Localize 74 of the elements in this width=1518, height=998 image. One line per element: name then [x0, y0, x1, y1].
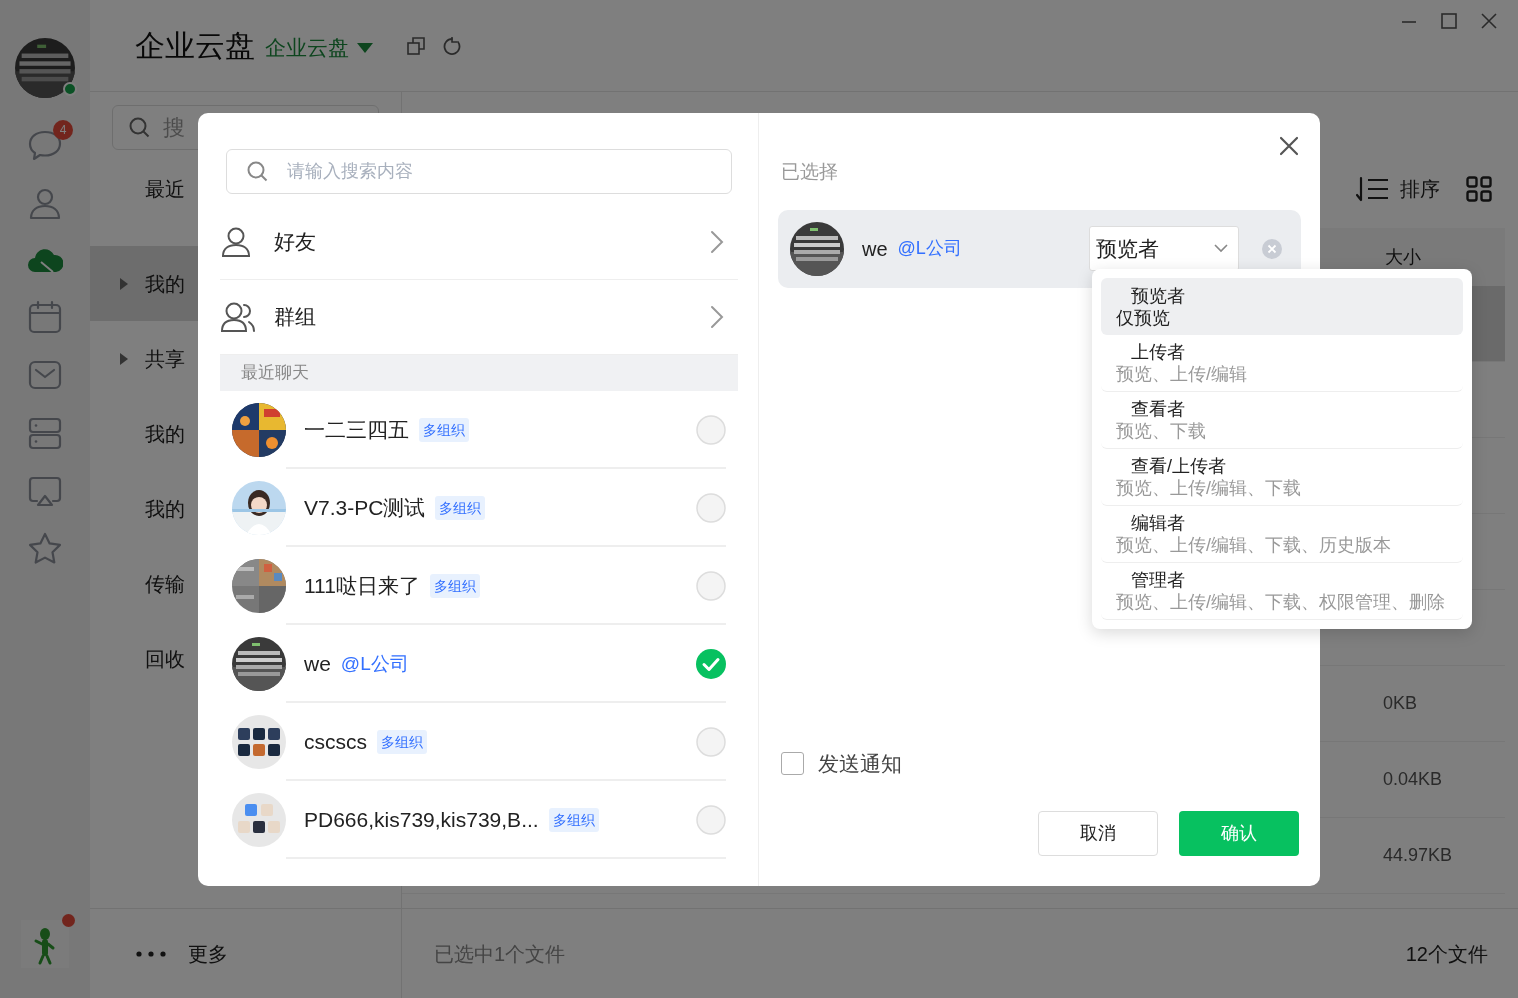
- caret-icon: [357, 42, 373, 53]
- status-text: 已选中1个文件: [434, 941, 566, 967]
- expand-icon[interactable]: [120, 352, 128, 365]
- option-description: 预览、上传/编辑: [1116, 363, 1248, 385]
- category-row[interactable]: 好友: [220, 205, 738, 280]
- org-tag: 多组织: [419, 418, 469, 442]
- cancel-button[interactable]: 取消: [1038, 811, 1158, 856]
- option-title: 管理者: [1130, 569, 1186, 591]
- contacts-icon[interactable]: [28, 186, 62, 220]
- section-header: 最近聊天: [241, 362, 309, 385]
- pop-out-icon[interactable]: [407, 36, 425, 55]
- option-title: 编辑者: [1130, 512, 1186, 534]
- calendar-icon[interactable]: [28, 300, 62, 334]
- option-description: 预览、下载: [1116, 420, 1207, 442]
- maximize-icon[interactable]: [1440, 12, 1458, 30]
- menu-option[interactable]: 查看/上传者 预览、上传/编辑、下载: [1101, 449, 1463, 506]
- mail-icon[interactable]: [28, 358, 62, 392]
- checkbox[interactable]: [781, 751, 804, 775]
- section-title: 已选择: [781, 160, 839, 184]
- table-cell-text: 0.04KB: [1383, 768, 1444, 791]
- grid-view-icon[interactable]: [1466, 176, 1492, 202]
- more-icon: [136, 950, 166, 957]
- contact-name[interactable]: 一二三四五: [304, 414, 409, 446]
- menu-option[interactable]: 编辑者 预览、上传/编辑、下载、历史版本: [1101, 506, 1463, 563]
- org-label: @L公司: [340, 651, 409, 676]
- close-icon[interactable]: [1480, 12, 1498, 30]
- org-tag: 多组织: [429, 574, 480, 598]
- option-description: 预览、上传/编辑、下载: [1116, 477, 1302, 499]
- option-title: 上传者: [1130, 341, 1186, 363]
- file-count: 12个文件: [1405, 941, 1488, 967]
- sort-button[interactable]: 排序: [1356, 174, 1440, 204]
- contact-name[interactable]: cscscs: [304, 726, 367, 758]
- org-tag: 多组织: [548, 808, 599, 832]
- option-description: 预览、上传/编辑、下载、历史版本: [1116, 534, 1392, 556]
- refresh-icon[interactable]: [443, 36, 461, 55]
- star-icon[interactable]: [28, 532, 62, 565]
- org-tag: 多组织: [377, 730, 427, 754]
- checkbox-label: 发送通知: [818, 750, 902, 777]
- menu-option[interactable]: 查看者 预览、下载: [1101, 392, 1463, 449]
- org-tag: 多组织: [435, 496, 486, 520]
- option-description: 预览、上传/编辑、下载、权限管理、删除: [1116, 591, 1446, 613]
- contact-name[interactable]: we: [304, 648, 331, 680]
- option-title: 查看者: [1130, 398, 1186, 420]
- search-icon: [247, 160, 269, 183]
- search-icon: [129, 116, 151, 139]
- menu-option[interactable]: 上传者 预览、上传/编辑: [1101, 335, 1463, 392]
- option-title: 查看/上传者: [1130, 455, 1227, 477]
- notification-badge: 4: [53, 120, 73, 140]
- sort-icon: [1356, 176, 1390, 202]
- checkbox-checked[interactable]: [696, 649, 726, 679]
- chevron-icon: [710, 230, 724, 254]
- contact-name[interactable]: PD666,kis739,kis739,B...: [304, 804, 539, 836]
- more-button[interactable]: 更多: [90, 908, 401, 998]
- app-title: 企业云盘: [135, 28, 255, 64]
- close-icon[interactable]: [1279, 136, 1299, 156]
- storage-icon[interactable]: [28, 416, 62, 451]
- column-header[interactable]: 大小: [1385, 243, 1421, 271]
- role-select[interactable]: 预览者: [1089, 226, 1239, 271]
- member-name: we: [862, 236, 888, 262]
- table-cell-text: 0KB: [1383, 692, 1419, 715]
- menu-option[interactable]: 管理者 预览、上传/编辑、下载、权限管理、删除: [1101, 563, 1463, 620]
- chevron-icon: [710, 305, 724, 329]
- option-description: 仅预览: [1116, 306, 1171, 329]
- chevron-down-icon: [1214, 244, 1228, 253]
- menu-option[interactable]: 预览者 仅预览: [1101, 278, 1463, 335]
- contact-name[interactable]: V7.3-PC测试: [304, 492, 426, 524]
- org-label: @L公司: [897, 237, 962, 260]
- clear-icon[interactable]: [1262, 238, 1282, 259]
- table-cell-text: 44.97KB: [1383, 844, 1453, 867]
- contact-name[interactable]: 111哒日来了: [304, 570, 420, 602]
- expand-icon[interactable]: [120, 277, 128, 290]
- screen-cast-icon[interactable]: [28, 475, 62, 508]
- option-title: 预览者: [1130, 284, 1186, 307]
- group-icon: [221, 301, 255, 333]
